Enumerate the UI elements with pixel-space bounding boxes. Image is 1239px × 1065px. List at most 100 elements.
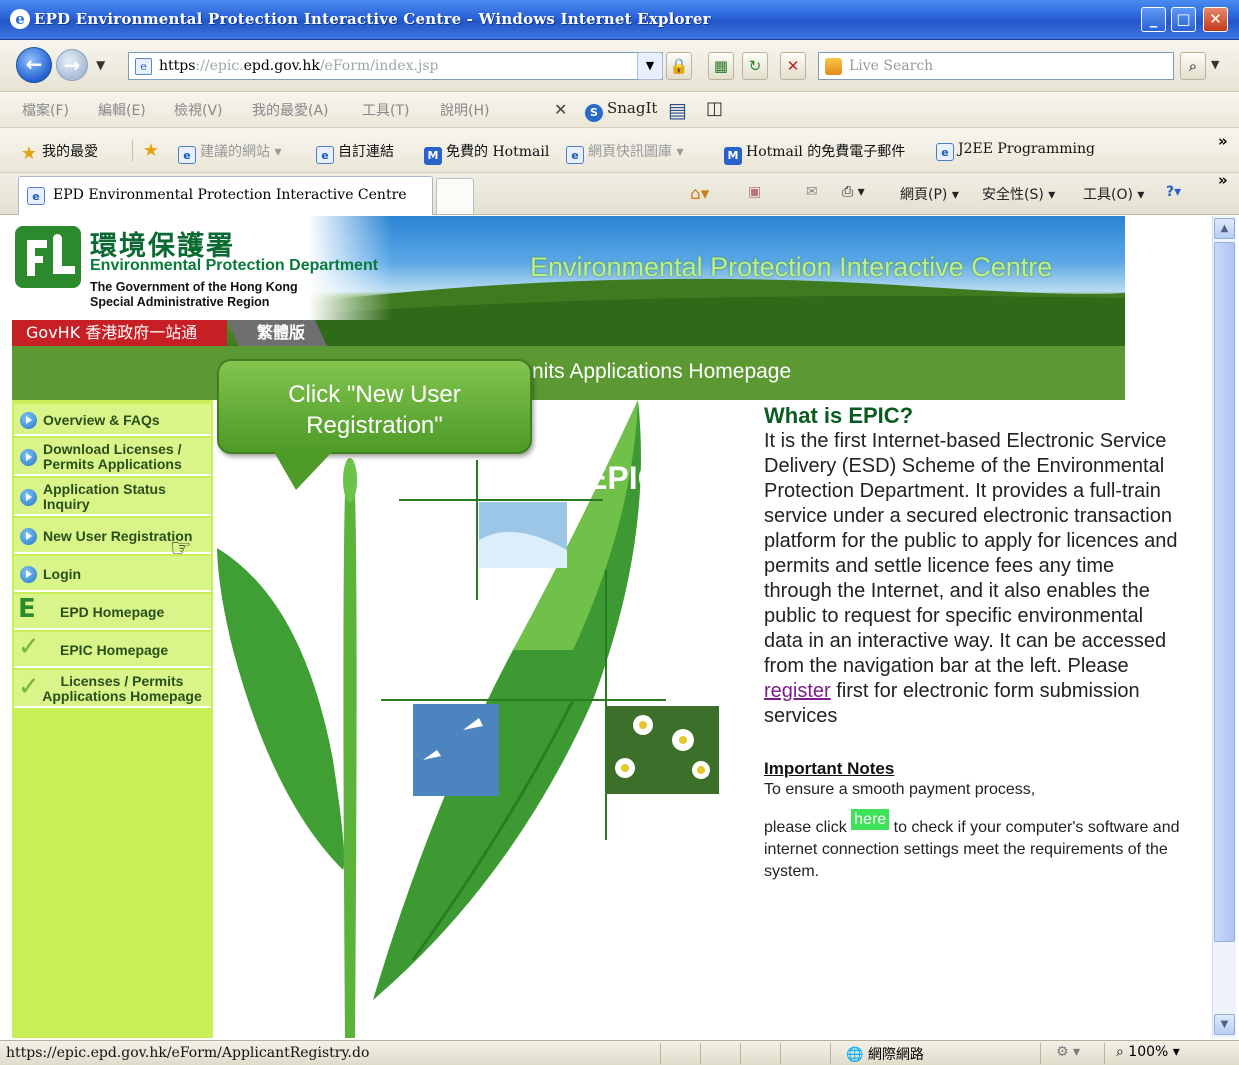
menu-edit[interactable]: 編輯(E)	[98, 100, 146, 120]
favorites-button[interactable]: ★ 我的最愛	[20, 141, 98, 163]
scroll-thumb[interactable]	[1214, 242, 1235, 942]
arrow-bullet-icon	[20, 412, 37, 429]
sidebar-item-overview-faqs[interactable]: Overview & FAQs	[14, 404, 211, 436]
custom-links-label: 自訂連結	[338, 144, 394, 160]
safety-menu[interactable]: 安全性(S) ▾	[982, 184, 1055, 204]
address-bar[interactable]: e https://epic.epd.gov.hk/eForm/index.js…	[128, 52, 663, 80]
tools-menu[interactable]: 工具(O) ▾	[1083, 184, 1144, 204]
menu-favorites[interactable]: 我的最愛(A)	[252, 100, 329, 120]
sidebar-item-epd-homepage[interactable]: E EPD Homepage	[14, 594, 211, 630]
callout-pointer	[274, 452, 332, 490]
address-dropdown-icon[interactable]: ▼	[637, 52, 663, 80]
status-url: https://epic.epd.gov.hk/eForm/ApplicantR…	[6, 1045, 370, 1061]
favorites-overflow-icon[interactable]: »	[1218, 132, 1228, 150]
hotmail-free-email-link[interactable]: M Hotmail 的免費電子郵件	[724, 141, 905, 165]
snagit-button[interactable]: S SnagIt	[585, 99, 657, 122]
search-placeholder: Live Search	[849, 58, 934, 74]
close-window-button[interactable]: ✕	[1203, 7, 1228, 32]
j2ee-programming-link[interactable]: e J2EE Programming	[936, 141, 1095, 161]
sidebar-item-label: Download Licenses /	[43, 441, 182, 457]
sidebar-item-label-line-2: Applications Homepage	[42, 688, 202, 704]
maximize-button[interactable]: □	[1171, 7, 1196, 32]
commandbar-overflow-icon[interactable]: »	[1218, 171, 1228, 189]
header-banner: 環境保護署 Environmental Protection Departmen…	[12, 216, 1125, 346]
add-favorite-button[interactable]: ★	[142, 141, 164, 160]
print-icon[interactable]: ⎙ ▾	[842, 184, 865, 200]
sidebar-item-label: EPD Homepage	[60, 604, 165, 620]
minimize-button[interactable]: _	[1141, 7, 1166, 32]
status-divider	[740, 1043, 741, 1064]
tab-ie-icon: e	[27, 187, 45, 205]
zoom-level[interactable]: ⌕ 100% ▾	[1116, 1044, 1180, 1060]
suggested-sites-label: 建議的網站 ▾	[200, 144, 282, 160]
status-divider	[660, 1043, 661, 1064]
menu-view[interactable]: 檢視(V)	[174, 100, 223, 120]
callout-line-1: Click "New User	[288, 381, 461, 408]
sidebar-item-download-licenses[interactable]: Download Licenses / Permits Applications	[14, 438, 211, 476]
window-title-bar[interactable]: e EPD Environmental Protection Interacti…	[0, 0, 1239, 40]
epic-art-label: EPIC	[586, 460, 661, 496]
important-notes-body: please click here to check if your compu…	[764, 809, 1184, 883]
help-icon[interactable]: ?▾	[1166, 184, 1181, 200]
lock-icon[interactable]: 🔒	[666, 52, 692, 80]
compatibility-icon[interactable]: ▦	[708, 52, 734, 80]
suggested-sites-link[interactable]: e 建議的網站 ▾	[178, 141, 281, 164]
vertical-scrollbar[interactable]: ▲ ▼	[1212, 216, 1236, 1038]
sidebar-item-login[interactable]: Login	[14, 556, 211, 592]
govhk-link[interactable]: GovHK 香港政府一站通	[12, 320, 227, 346]
menu-help[interactable]: 說明(H)	[440, 100, 489, 120]
sidebar-item-epic-homepage[interactable]: ✓ EPIC Homepage	[14, 632, 211, 668]
arrow-bullet-icon	[20, 449, 37, 466]
page-viewport: 環境保護署 Environmental Protection Departmen…	[12, 216, 1209, 1038]
hotmail-email-icon: M	[724, 147, 742, 165]
favorites-bar: ★ 我的最愛 ★ e 建議的網站 ▾ e 自訂連結 M 免費的 Hotmail e 網頁快…	[0, 128, 1239, 173]
scroll-up-button[interactable]: ▲	[1214, 218, 1235, 239]
favorites-star-icon: ★	[20, 143, 38, 164]
web-slice-gallery-link[interactable]: e 網頁快訊圖庫 ▾	[566, 141, 683, 164]
zone-label: 網際網路	[867, 1047, 924, 1063]
sidebar-item-label: Licenses / Permits	[60, 673, 184, 689]
security-zone[interactable]: 🌐 網際網路	[846, 1044, 924, 1064]
suggested-sites-icon: e	[178, 146, 196, 164]
department-name-english: Environmental Protection Department	[90, 257, 379, 274]
search-input[interactable]: Live Search	[818, 52, 1174, 80]
close-toolbar-icon[interactable]: ✕	[554, 100, 567, 119]
forward-button[interactable]: →	[56, 49, 88, 81]
url-scheme: https	[159, 58, 196, 74]
protected-mode-icon[interactable]: ⚙ ▾	[1056, 1044, 1080, 1060]
history-dropdown-icon[interactable]: ▼	[96, 58, 105, 72]
snagit-window-icon[interactable]: ▤	[668, 98, 687, 122]
important-notes-heading: Important Notes	[764, 759, 895, 778]
menu-file[interactable]: 檔案(F)	[22, 100, 69, 120]
search-options-icon[interactable]: ▼	[1211, 58, 1219, 71]
sidebar-item-new-user-registration[interactable]: New User Registration ☞	[14, 518, 211, 562]
sidebar-item-application-status[interactable]: Application Status Inquiry	[14, 478, 211, 516]
traditional-chinese-link[interactable]: 繁體版	[227, 320, 327, 346]
sidebar-item-licenses-permits-homepage[interactable]: ✓ Licenses / Permits Applications Homepag…	[14, 670, 211, 708]
section-title: nits Applications Homepage	[532, 360, 792, 383]
custom-links-link[interactable]: e 自訂連結	[316, 141, 394, 164]
back-button[interactable]: ←	[16, 47, 52, 83]
here-link[interactable]: here	[851, 809, 890, 830]
search-icon[interactable]: ⌕	[1180, 52, 1206, 80]
tab-bar: e EPD Environmental Protection Interacti…	[0, 171, 1239, 215]
register-link[interactable]: register	[764, 680, 831, 702]
new-tab-button[interactable]	[436, 178, 474, 214]
page-menu[interactable]: 網頁(P) ▾	[900, 184, 959, 204]
feeds-icon[interactable]: ▣	[748, 184, 761, 200]
menu-tools[interactable]: 工具(T)	[362, 100, 409, 120]
web-slice-label: 網頁快訊圖庫 ▾	[588, 144, 684, 160]
refresh-icon[interactable]: ↻	[742, 52, 768, 80]
stop-icon[interactable]: ✕	[780, 52, 806, 80]
window-title: EPD Environmental Protection Interactive…	[34, 10, 711, 28]
scroll-down-button[interactable]: ▼	[1214, 1014, 1235, 1035]
tab-epd-epic[interactable]: e EPD Environmental Protection Interacti…	[18, 176, 433, 215]
free-hotmail-link[interactable]: M 免費的 Hotmail	[424, 141, 549, 165]
favorites-divider	[132, 140, 133, 162]
home-icon[interactable]: ⌂▾	[690, 184, 709, 204]
url-host: epd.gov.hk	[243, 58, 320, 74]
web-slice-icon: e	[566, 146, 584, 164]
sidebar-item-label: Application Status	[43, 481, 166, 497]
read-mail-icon[interactable]: ✉	[806, 184, 818, 200]
snagit-capture-icon[interactable]: ◫	[706, 98, 723, 119]
